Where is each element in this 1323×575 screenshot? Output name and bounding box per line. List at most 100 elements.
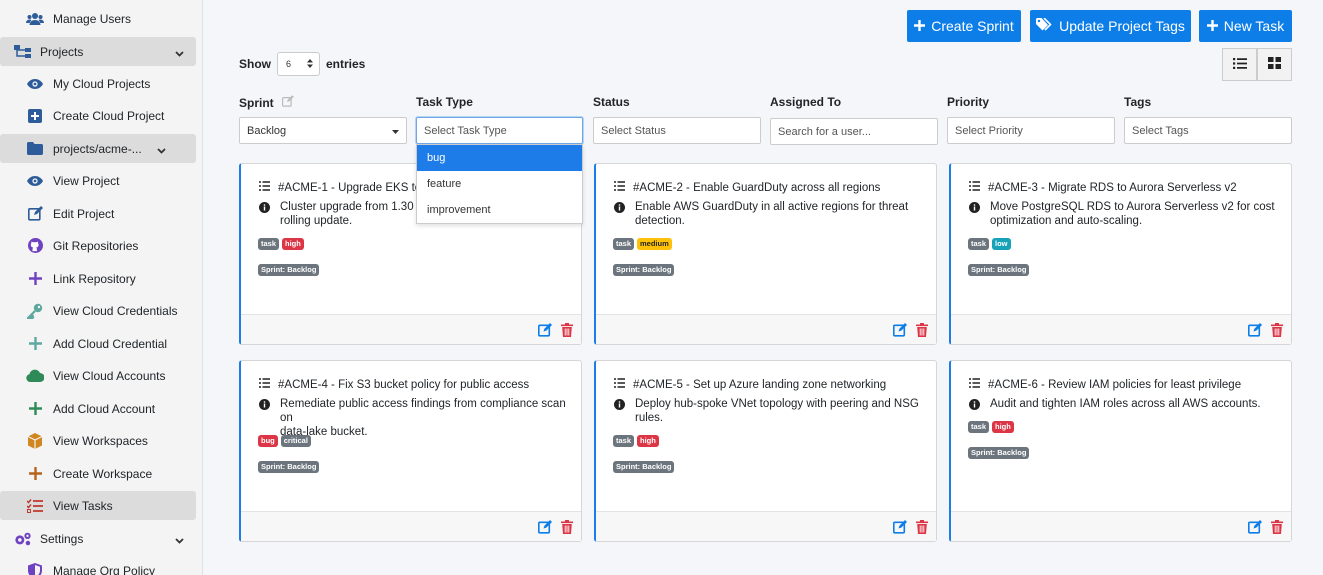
create-sprint-button[interactable]: Create Sprint — [907, 10, 1021, 42]
delete-task-icon[interactable] — [1271, 520, 1283, 537]
priority-badge: high — [282, 238, 304, 250]
delete-task-icon[interactable] — [916, 323, 928, 340]
task-card-footer — [241, 314, 581, 344]
delete-task-icon[interactable] — [1271, 323, 1283, 340]
task-badges: task high — [258, 238, 304, 250]
delete-task-icon[interactable] — [561, 323, 573, 340]
task-title[interactable]: #ACME-3 - Migrate RDS to Aurora Serverle… — [988, 182, 1237, 194]
info-circle-icon — [969, 399, 980, 414]
delete-task-icon[interactable] — [561, 520, 573, 537]
task-card-footer — [596, 314, 936, 344]
edit-icon[interactable] — [281, 95, 294, 110]
task-type-option-improvement[interactable]: improvement — [417, 197, 582, 223]
task-type-badge: bug — [258, 435, 278, 447]
edit-task-icon[interactable] — [1248, 323, 1262, 340]
sidebar-item-manage-users[interactable]: Manage Users — [0, 4, 196, 33]
new-task-button[interactable]: New Task — [1199, 10, 1292, 42]
create-sprint-label: Create Sprint — [931, 18, 1014, 34]
sidebar-item-create-cloud-project[interactable]: Create Cloud Project — [0, 101, 196, 130]
task-description: Remediate public access findings from co… — [280, 397, 573, 439]
sidebar-item-add-cloud-account[interactable]: Add Cloud Account — [0, 394, 196, 423]
task-description: Move PostgreSQL RDS to Aurora Serverless… — [990, 200, 1275, 228]
sidebar-item-label: Create Cloud Project — [53, 108, 165, 123]
task-title[interactable]: #ACME-4 - Fix S3 bucket policy for publi… — [278, 379, 529, 391]
task-description-row: Move PostgreSQL RDS to Aurora Serverless… — [969, 200, 1283, 228]
priority-badge: high — [992, 421, 1014, 433]
task-description-line: detection. — [635, 215, 685, 227]
list-check-icon — [259, 378, 270, 391]
sidebar-item-add-cloud-credential[interactable]: Add Cloud Credential — [0, 329, 196, 358]
task-type-placeholder: Select Task Type — [424, 124, 507, 137]
task-title[interactable]: #ACME-5 - Set up Azure landing zone netw… — [633, 379, 886, 391]
task-description: Deploy hub-spoke VNet topology with peer… — [635, 397, 919, 425]
task-title[interactable]: #ACME-2 - Enable GuardDuty across all re… — [633, 182, 880, 194]
task-card[interactable]: #ACME-2 - Enable GuardDuty across all re… — [594, 163, 937, 345]
edit-task-icon[interactable] — [893, 520, 907, 537]
task-card[interactable]: #ACME-5 - Set up Azure landing zone netw… — [594, 360, 937, 542]
edit-task-icon[interactable] — [538, 520, 552, 537]
delete-task-icon[interactable] — [916, 520, 928, 537]
task-card[interactable]: #ACME-6 - Review IAM policies for least … — [949, 360, 1292, 542]
task-type-option-feature[interactable]: feature — [417, 171, 582, 197]
task-description-line: Cluster upgrade from 1.30 to — [280, 201, 427, 213]
task-card-footer — [951, 314, 1291, 344]
priority-badge: medium — [637, 238, 672, 250]
sidebar-item-view-cloud-accounts[interactable]: View Cloud Accounts — [0, 361, 196, 390]
sprint-badge-row: Sprint: Backlog — [613, 461, 675, 473]
edit-task-icon[interactable] — [538, 323, 552, 340]
sidebar-item-view-cloud-credentials[interactable]: View Cloud Credentials — [0, 296, 196, 325]
task-card[interactable]: #ACME-3 - Migrate RDS to Aurora Serverle… — [949, 163, 1292, 345]
sidebar-item-link-repository[interactable]: Link Repository — [0, 264, 196, 293]
priority-select[interactable]: Select Priority — [947, 117, 1115, 144]
github-icon — [26, 237, 44, 255]
edit-task-icon[interactable] — [1248, 520, 1262, 537]
update-project-tags-button[interactable]: Update Project Tags — [1030, 10, 1191, 42]
sidebar-item-projects[interactable]: Projects — [0, 37, 196, 66]
task-card[interactable]: #ACME-4 - Fix S3 bucket policy for publi… — [239, 360, 582, 542]
tags-select[interactable]: Select Tags — [1124, 117, 1292, 144]
sidebar-item-git-repositories[interactable]: Git Repositories — [0, 231, 196, 260]
users-icon — [26, 10, 44, 28]
entries-stepper[interactable]: 6 — [277, 52, 320, 76]
sidebar-item-settings[interactable]: Settings — [0, 524, 196, 553]
sidebar-item-view-workspaces[interactable]: View Workspaces — [0, 426, 196, 455]
status-select[interactable]: Select Status — [593, 117, 761, 144]
assigned-to-search[interactable]: Search for a user... — [770, 118, 938, 145]
sidebar-item-create-workspace[interactable]: Create Workspace — [0, 459, 196, 488]
sidebar-item-view-project[interactable]: View Project — [0, 166, 196, 195]
sprint-select[interactable]: Backlog — [239, 117, 407, 144]
sprint-badge: Sprint: Backlog — [613, 264, 675, 276]
task-card-footer — [596, 511, 936, 541]
sprint-badge-row: Sprint: Backlog — [258, 264, 320, 276]
plus-icon — [914, 18, 926, 34]
grid-view-button[interactable] — [1257, 48, 1292, 81]
task-type-select[interactable]: Select Task Type — [416, 117, 583, 144]
task-description-line: Audit and tighten IAM roles across all A… — [990, 398, 1261, 410]
task-description: Audit and tighten IAM roles across all A… — [990, 397, 1261, 414]
sidebar-item-manage-org-policy[interactable]: Manage Org Policy — [0, 556, 196, 575]
eye-icon — [26, 172, 44, 190]
grid-icon — [1268, 57, 1281, 72]
task-type-option-bug[interactable]: bug — [417, 145, 582, 171]
sprint-badge-row: Sprint: Backlog — [968, 264, 1030, 276]
edit-icon — [26, 205, 44, 223]
task-title[interactable]: #ACME-1 - Upgrade EKS to 1 — [278, 182, 431, 194]
list-view-button[interactable] — [1222, 48, 1257, 81]
caret-down-icon — [392, 125, 399, 137]
task-title[interactable]: #ACME-6 - Review IAM policies for least … — [988, 379, 1241, 391]
sidebar-item-view-tasks[interactable]: View Tasks — [0, 491, 196, 520]
chevron-down-icon — [157, 143, 166, 157]
task-title-row: #ACME-2 - Enable GuardDuty across all re… — [614, 181, 880, 194]
task-description-row: Remediate public access findings from co… — [259, 397, 573, 439]
task-title-row: #ACME-3 - Migrate RDS to Aurora Serverle… — [969, 181, 1237, 194]
sidebar-item-my-cloud-projects[interactable]: My Cloud Projects — [0, 69, 196, 98]
sidebar-item-label: Settings — [40, 531, 84, 546]
task-description-row: Audit and tighten IAM roles across all A… — [969, 397, 1283, 414]
plus-icon — [26, 335, 44, 353]
tags-label: Tags — [1124, 95, 1152, 109]
sidebar-item-project-acme[interactable]: projects/acme-... — [0, 134, 196, 163]
edit-task-icon[interactable] — [893, 323, 907, 340]
folder-icon — [26, 140, 44, 158]
priority-badge: high — [637, 435, 659, 447]
sidebar-item-edit-project[interactable]: Edit Project — [0, 199, 196, 228]
